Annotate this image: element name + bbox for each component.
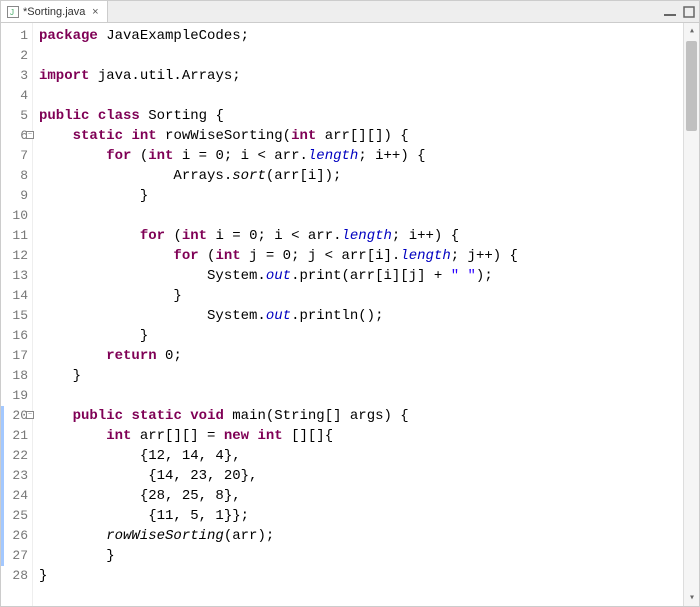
line-number: 13	[1, 266, 32, 286]
line-number: 15	[1, 306, 32, 326]
line-number: 2	[1, 46, 32, 66]
maximize-view-icon[interactable]	[683, 6, 695, 18]
line-number: 24	[1, 486, 32, 506]
line-number: 19	[1, 386, 32, 406]
line-number: 12	[1, 246, 32, 266]
line-number: 20−	[1, 406, 32, 426]
change-marker	[1, 446, 4, 466]
line-number: 6−	[1, 126, 32, 146]
line-number: 9	[1, 186, 32, 206]
line-number: 22	[1, 446, 32, 466]
scroll-up-icon[interactable]: ▴	[684, 23, 699, 39]
line-number: 27	[1, 546, 32, 566]
scroll-down-icon[interactable]: ▾	[684, 590, 699, 606]
line-number: 14	[1, 286, 32, 306]
line-number: 11	[1, 226, 32, 246]
line-number: 1	[1, 26, 32, 46]
line-number: 4	[1, 86, 32, 106]
editor: 123456−7891011121314151617181920−2122232…	[1, 23, 699, 606]
scrollbar-thumb[interactable]	[686, 41, 697, 131]
line-number-gutter: 123456−7891011121314151617181920−2122232…	[1, 23, 33, 606]
line-number: 21	[1, 426, 32, 446]
vertical-scrollbar[interactable]: ▴ ▾	[683, 23, 699, 606]
line-number: 16	[1, 326, 32, 346]
change-marker	[1, 466, 4, 486]
line-number: 7	[1, 146, 32, 166]
java-file-icon: J	[7, 6, 19, 18]
code-content[interactable]: package JavaExampleCodes; import java.ut…	[33, 23, 683, 606]
line-number: 17	[1, 346, 32, 366]
line-number: 3	[1, 66, 32, 86]
close-icon[interactable]: ×	[89, 6, 101, 18]
change-marker	[1, 486, 4, 506]
line-number: 25	[1, 506, 32, 526]
svg-text:J: J	[10, 8, 14, 17]
line-number: 18	[1, 366, 32, 386]
line-number: 23	[1, 466, 32, 486]
fold-toggle-icon[interactable]: −	[26, 131, 34, 139]
fold-toggle-icon[interactable]: −	[26, 411, 34, 419]
change-marker	[1, 426, 4, 446]
line-number: 10	[1, 206, 32, 226]
view-toolbar	[663, 1, 695, 22]
change-marker	[1, 526, 4, 546]
change-marker	[1, 546, 4, 566]
line-number: 5	[1, 106, 32, 126]
line-number: 26	[1, 526, 32, 546]
line-number: 28	[1, 566, 32, 586]
file-tab-sorting-java[interactable]: J *Sorting.java ×	[1, 1, 108, 22]
change-marker	[1, 406, 4, 426]
tab-bar: J *Sorting.java ×	[1, 1, 699, 23]
tab-title: *Sorting.java	[23, 6, 85, 18]
line-number: 8	[1, 166, 32, 186]
change-marker	[1, 506, 4, 526]
minimize-view-icon[interactable]	[663, 7, 677, 17]
